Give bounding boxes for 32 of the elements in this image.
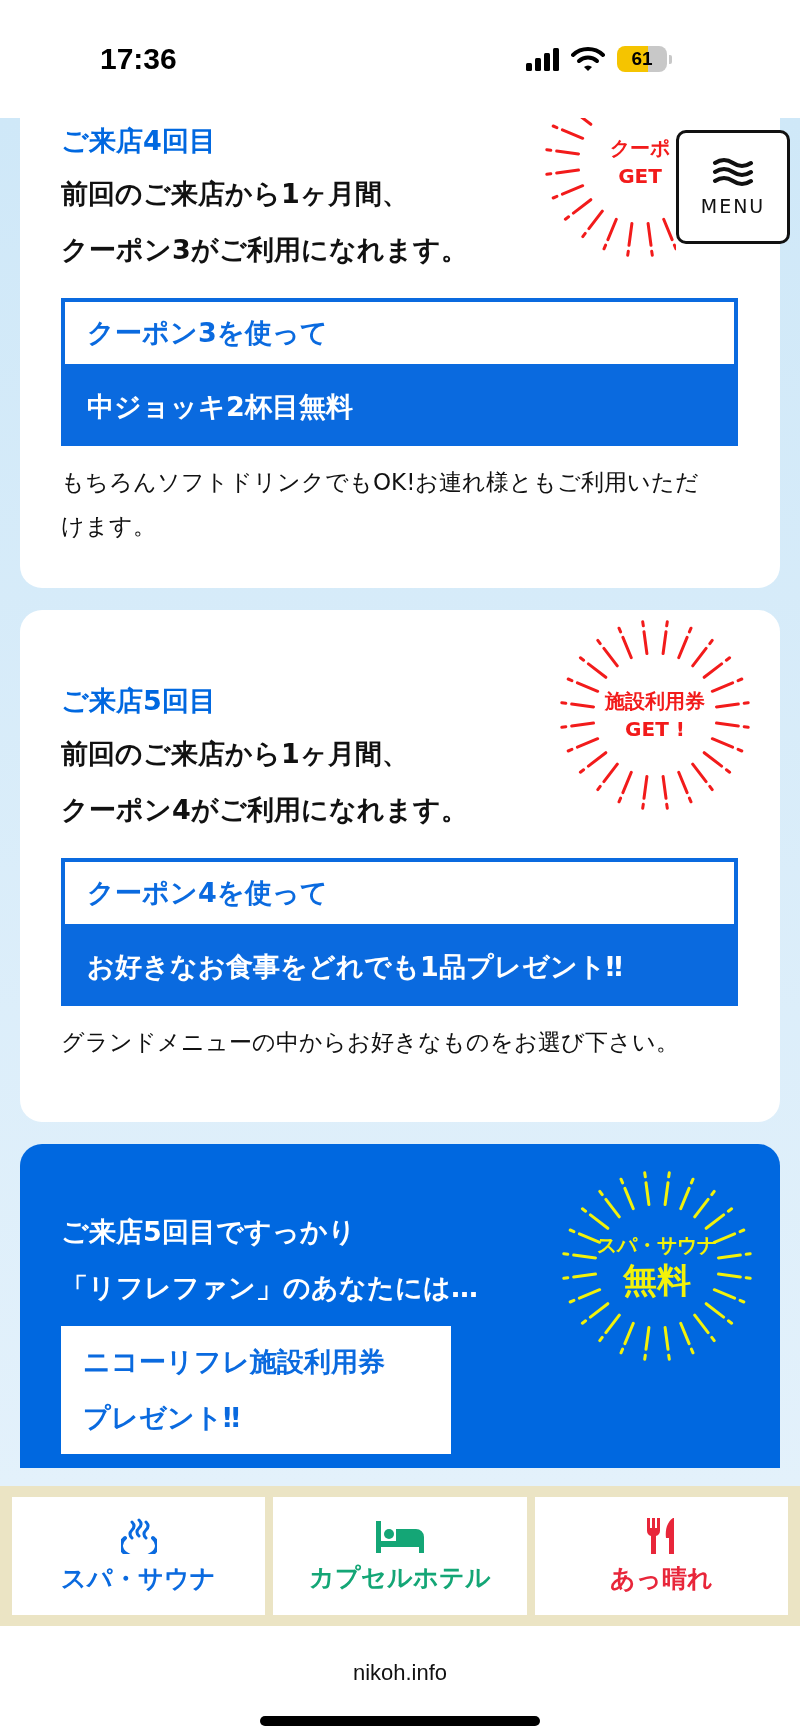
bed-icon [376,1518,424,1553]
url-text: nikoh.info [352,1660,448,1686]
coupon-title: クーポン4を使って [61,858,738,928]
offer-text: ニコーリフレ施設利用券 プレゼント‼ [83,1345,386,1435]
badge-text: 無料 [623,1260,691,1300]
badge-text: GET [618,163,662,189]
badge-text: 施設利用券 [605,688,705,714]
nav-button[interactable]: スパ・サウナ [12,1497,266,1615]
badge-text: スパ・サウナ [597,1232,717,1258]
menu-button[interactable]: MENU [676,130,790,244]
nav-button[interactable]: カプセルホテル [273,1497,527,1615]
message-text: 「リフレファン」のあなたには… [61,1271,478,1305]
signal-icon [526,47,559,71]
message-text: ご来店5回目ですっかり [61,1215,356,1249]
visit-heading: ご来店5回目 [61,684,216,718]
coupon-title: クーポン3を使って [61,298,738,368]
message-text: 前回のご来店から1ヶ月間、 [61,737,409,771]
message-text: クーポン3がご利用になれます。 [61,233,468,267]
menu-icon [712,157,754,187]
nav-button[interactable]: あっ晴れ [534,1497,788,1615]
message-text: 前回のご来店から1ヶ月間、 [61,177,409,211]
wifi-icon [571,47,605,71]
coupon-offer: お好きなお食事をどれでも1品プレゼント‼ [61,928,738,1006]
visit-heading: ご来店4回目 [61,124,216,158]
note-text: グランドメニューの中からお好きなものをお選び下さい。 [61,1028,679,1057]
note-text: もちろんソフトドリンクでもOK!お連れ様ともご利用いただけます。 [61,468,701,541]
hot-spring-icon [120,1517,157,1554]
status-time: 17:36 [100,42,177,76]
badge-text: クーポ [610,135,670,161]
coupon-offer: 中ジョッキ2杯目無料 [61,368,738,446]
badge-text: GET ! [625,716,685,742]
message-text: クーポン4がご利用になれます。 [61,793,468,827]
